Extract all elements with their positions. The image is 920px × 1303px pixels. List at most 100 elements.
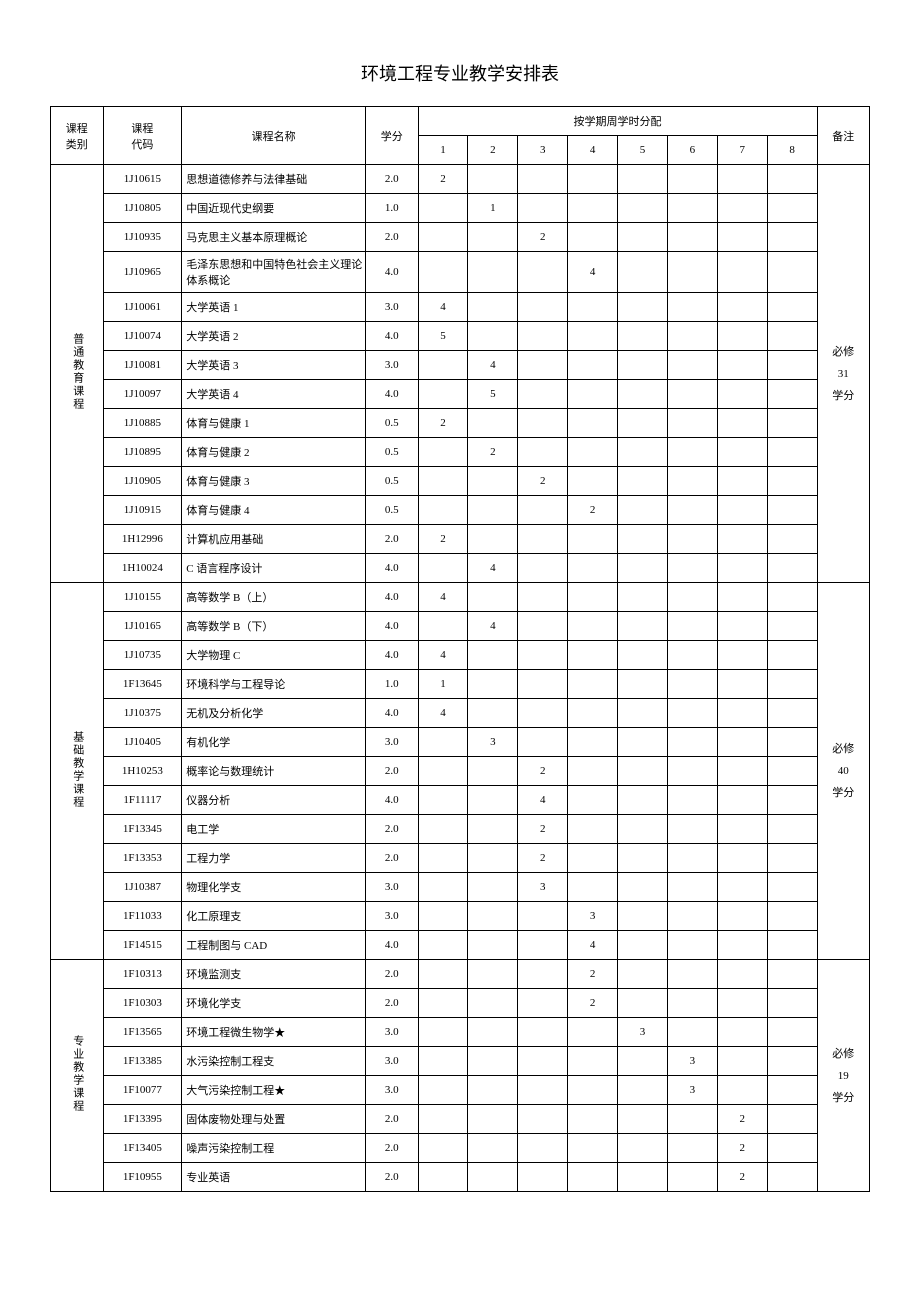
course-credit: 4.0: [366, 554, 419, 583]
sem-cell: [418, 496, 468, 525]
sem-cell: [518, 1105, 568, 1134]
course-credit: 2.0: [366, 525, 419, 554]
sem-cell: [468, 252, 518, 293]
sem-cell: [468, 786, 518, 815]
sem-cell: [618, 380, 668, 409]
sem-cell: [518, 554, 568, 583]
sem-cell: [767, 293, 817, 322]
sem-cell: 5: [468, 380, 518, 409]
sem-cell: 4: [418, 583, 468, 612]
sem-cell: [518, 380, 568, 409]
header-credit: 学分: [366, 107, 419, 165]
sem-cell: [667, 989, 717, 1018]
sem-cell: [418, 380, 468, 409]
sem-cell: [418, 757, 468, 786]
sem-cell: [568, 1134, 618, 1163]
sem-cell: [468, 844, 518, 873]
course-code: 1F11117: [103, 786, 182, 815]
sem-cell: [618, 322, 668, 351]
sem-cell: [518, 252, 568, 293]
sem-cell: [568, 815, 618, 844]
sem-cell: [618, 641, 668, 670]
sem-cell: [468, 1018, 518, 1047]
sem-cell: [767, 844, 817, 873]
sem-cell: 4: [418, 699, 468, 728]
course-credit: 4.0: [366, 252, 419, 293]
sem-cell: [518, 293, 568, 322]
sem-cell: [717, 699, 767, 728]
curriculum-table: 课程 类别 课程 代码 课程名称 学分 按学期周学时分配 备注 1 2 3 4 …: [50, 106, 870, 1192]
sem-cell: [767, 699, 817, 728]
sem-cell: [717, 902, 767, 931]
sem-cell: [767, 670, 817, 699]
sem-cell: [618, 844, 668, 873]
sem-cell: [518, 728, 568, 757]
sem-cell: 2: [418, 165, 468, 194]
table-row: 1F13385水污染控制工程支3.03: [51, 1047, 870, 1076]
sem-cell: [518, 409, 568, 438]
sem-cell: [518, 612, 568, 641]
sem-cell: [618, 815, 668, 844]
table-row: 专业教学课程1F10313环境监测支2.02必修 19 学分: [51, 960, 870, 989]
sem-cell: [667, 223, 717, 252]
sem-cell: [767, 467, 817, 496]
sem-cell: [418, 1105, 468, 1134]
sem-cell: [618, 438, 668, 467]
course-code: 1J10965: [103, 252, 182, 293]
sem-cell: [618, 960, 668, 989]
sem-cell: [667, 757, 717, 786]
table-row: 1F13345电工学2.02: [51, 815, 870, 844]
sem-cell: [767, 223, 817, 252]
sem-cell: [767, 496, 817, 525]
course-code: 1F13345: [103, 815, 182, 844]
course-credit: 3.0: [366, 902, 419, 931]
sem-cell: [468, 496, 518, 525]
course-name: 噪声污染控制工程: [182, 1134, 366, 1163]
sem-cell: [418, 351, 468, 380]
course-code: 1J10097: [103, 380, 182, 409]
sem-cell: [468, 1105, 518, 1134]
sem-cell: [767, 525, 817, 554]
sem-cell: 4: [568, 252, 618, 293]
header-row-1: 课程 类别 课程 代码 课程名称 学分 按学期周学时分配 备注: [51, 107, 870, 136]
sem-cell: [667, 467, 717, 496]
table-row: 1J10405有机化学3.03: [51, 728, 870, 757]
course-name: 环境监测支: [182, 960, 366, 989]
sem-cell: [518, 438, 568, 467]
sem-cell: [667, 554, 717, 583]
sem-cell: [518, 525, 568, 554]
sem-cell: [418, 1018, 468, 1047]
course-name: 有机化学: [182, 728, 366, 757]
sem-cell: [667, 409, 717, 438]
course-name: 大学物理 C: [182, 641, 366, 670]
sem-cell: [618, 989, 668, 1018]
sem-cell: [468, 293, 518, 322]
sem-cell: [618, 496, 668, 525]
sem-cell: [767, 583, 817, 612]
sem-cell: [618, 554, 668, 583]
sem-cell: [667, 902, 717, 931]
sem-cell: [717, 786, 767, 815]
sem-cell: [767, 1163, 817, 1192]
sem-cell: [618, 786, 668, 815]
sem-cell: [618, 728, 668, 757]
sem-cell: [618, 1163, 668, 1192]
sem-cell: [618, 902, 668, 931]
sem-cell: 4: [418, 293, 468, 322]
sem-cell: [468, 931, 518, 960]
course-credit: 3.0: [366, 351, 419, 380]
sem-cell: [468, 699, 518, 728]
category-label: 普通教育课程: [68, 333, 86, 411]
sem-cell: [618, 583, 668, 612]
sem-cell: [667, 496, 717, 525]
sem-cell: [667, 873, 717, 902]
course-code: 1F10313: [103, 960, 182, 989]
course-code: 1J10081: [103, 351, 182, 380]
table-row: 1J10375无机及分析化学4.04: [51, 699, 870, 728]
course-credit: 4.0: [366, 641, 419, 670]
sem-cell: [468, 960, 518, 989]
header-sem-5: 5: [618, 136, 668, 165]
sem-cell: [618, 525, 668, 554]
sem-cell: [667, 728, 717, 757]
sem-cell: [618, 165, 668, 194]
